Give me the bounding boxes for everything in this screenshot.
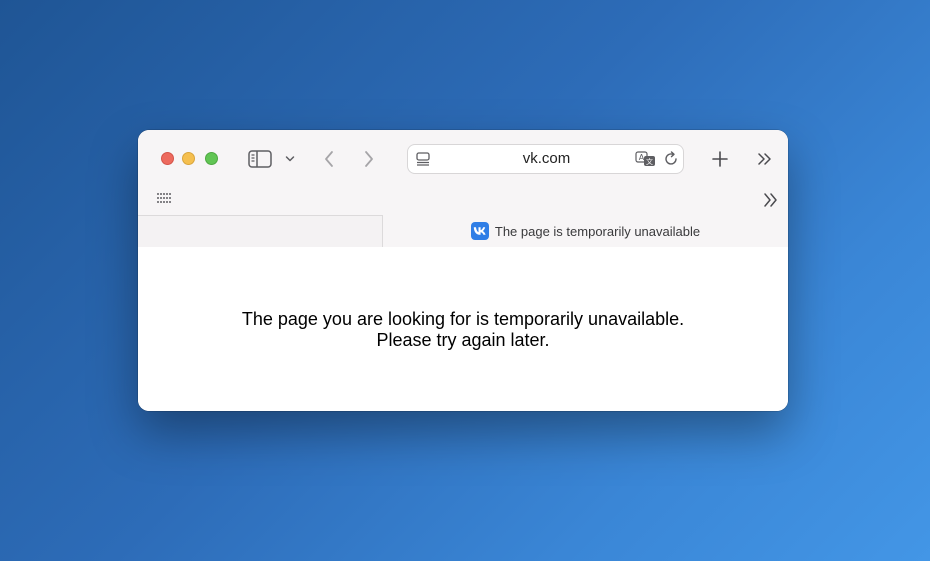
tab-inactive[interactable] [138,215,383,247]
svg-text:A: A [639,153,645,162]
chevron-down-icon [285,156,295,162]
error-message-line-2: Please try again later. [376,330,550,350]
tab-title: The page is temporarily unavailable [494,223,701,239]
grid-icon[interactable] [156,192,172,204]
error-message-line-1: The page you are looking for is temporar… [241,309,685,329]
forward-button[interactable] [360,148,378,170]
page-content: The page you are looking for is temporar… [138,247,788,411]
sidebar-icon [248,150,272,168]
sidebar-menu-chevron[interactable] [283,152,297,166]
new-tab-button[interactable] [709,148,731,170]
browser-window: vk.com A 文 The page is temporarily unava… [138,130,788,411]
maximize-window-button[interactable] [205,152,218,165]
plus-icon [712,151,728,167]
page-menu-icon[interactable] [415,151,431,167]
svg-text:文: 文 [646,157,653,166]
error-message: The page you are looking for is temporar… [138,309,788,351]
chevron-right-icon [365,151,373,167]
double-chevron-right-icon [758,153,771,165]
back-button[interactable] [320,148,338,170]
minimize-window-button[interactable] [182,152,195,165]
reload-icon[interactable] [663,151,679,167]
bookmarks-overflow-icon[interactable] [762,192,780,208]
toolbar-overflow-button[interactable] [756,151,774,167]
close-window-button[interactable] [161,152,174,165]
translate-icon[interactable]: A 文 [635,151,657,167]
tab-active[interactable]: The page is temporarily unavailable [383,215,788,247]
sidebar-toggle-button[interactable] [247,148,273,170]
browser-toolbar: vk.com A 文 The page is temporarily unava… [138,130,788,247]
vk-logo-icon [470,222,489,240]
address-bar[interactable]: vk.com A 文 [407,144,684,174]
chevron-left-icon [325,151,333,167]
